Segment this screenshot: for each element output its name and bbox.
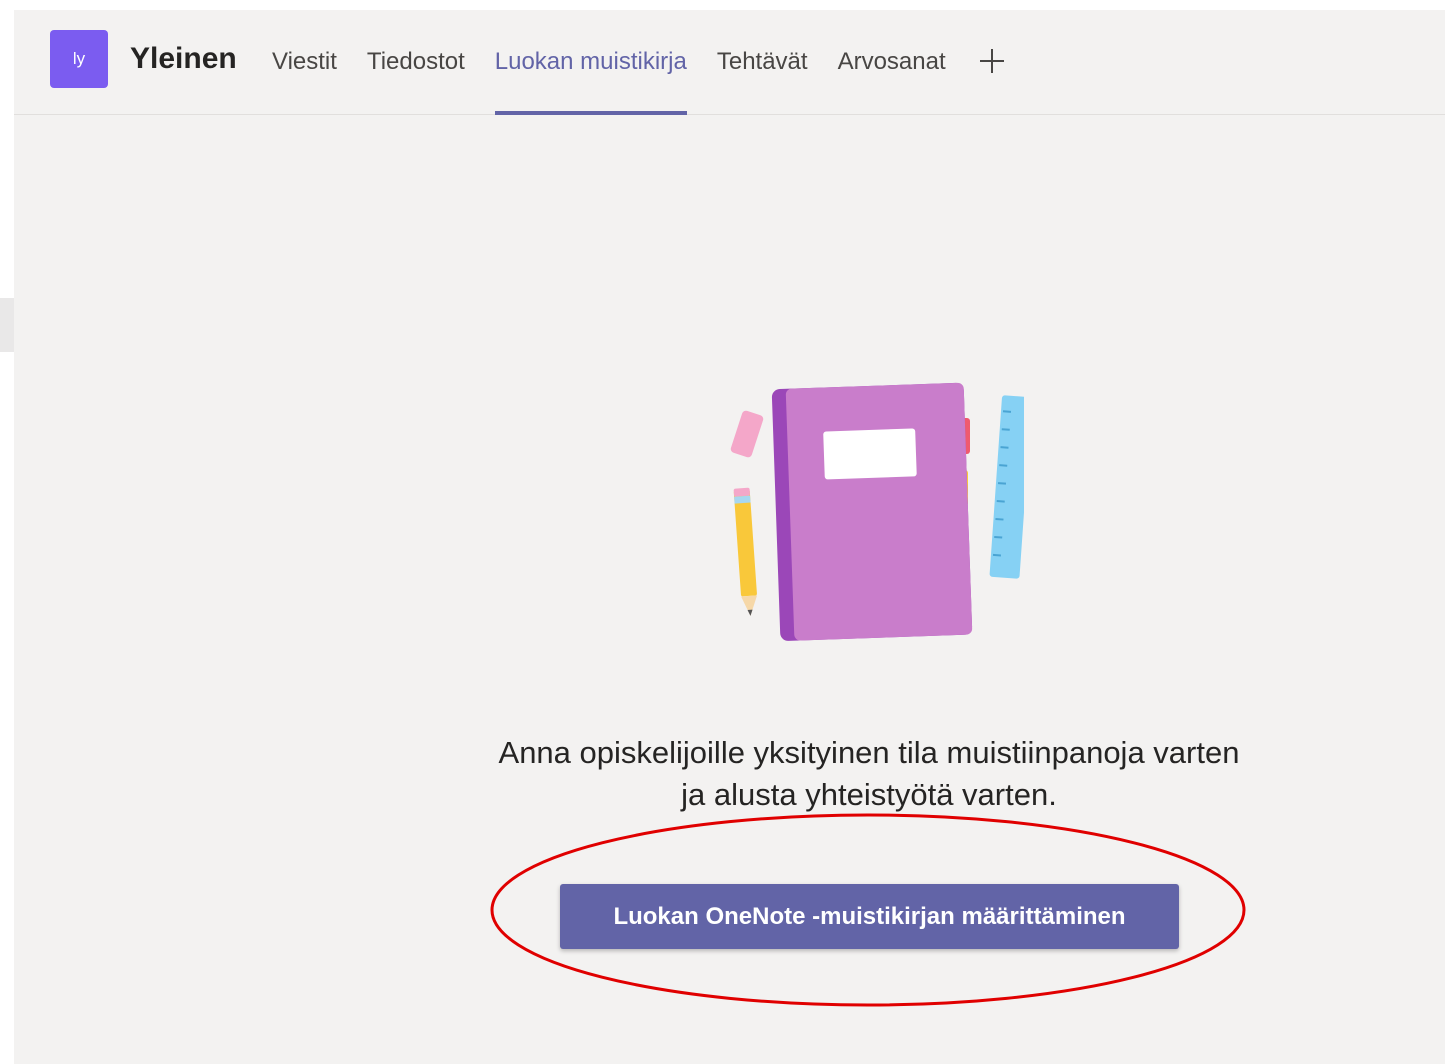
tab-tehtavat[interactable]: Tehtävät	[717, 10, 808, 115]
notebook-icon	[771, 382, 973, 641]
tab-label: Arvosanat	[837, 48, 946, 75]
empty-state-message: Anna opiskelijoille yksityinen tila muis…	[434, 732, 1304, 816]
left-gutter	[0, 0, 14, 1064]
team-avatar[interactable]: ly	[50, 30, 108, 88]
teams-app: ly Yleinen Viestit Tiedostot Luokan muis…	[0, 0, 1445, 1064]
tab-label: Tiedostot	[366, 48, 465, 75]
channel-content: ly Yleinen Viestit Tiedostot Luokan muis…	[14, 10, 1445, 1064]
tab-label: Luokan muistikirja	[494, 48, 687, 75]
channel-title: Yleinen	[130, 42, 237, 75]
tab-label: Viestit	[272, 48, 337, 75]
tab-tiedostot[interactable]: Tiedostot	[367, 10, 465, 115]
tab-luokan-muistikirja[interactable]: Luokan muistikirja	[494, 10, 687, 115]
collapsed-panel-handle[interactable]	[0, 298, 14, 352]
channel-header: ly Yleinen Viestit Tiedostot Luokan muis…	[14, 10, 1445, 115]
eraser-icon	[730, 410, 764, 458]
pencil-icon	[733, 487, 758, 616]
add-tab-plus-icon[interactable]	[976, 10, 1006, 115]
notebook-illustration-icon	[730, 382, 1024, 641]
setup-onenote-notebook-button[interactable]: Luokan OneNote -muistikirjan määrittämin…	[560, 884, 1179, 949]
tab-label: Tehtävät	[716, 48, 808, 75]
tab-arvosanat[interactable]: Arvosanat	[838, 10, 946, 115]
channel-tabs: Viestit Tiedostot Luokan muistikirja Teh…	[272, 10, 1006, 115]
message-line-1: Anna opiskelijoille yksityinen tila muis…	[498, 735, 1240, 770]
tab-viestit[interactable]: Viestit	[272, 10, 337, 115]
ruler-icon	[989, 395, 1024, 579]
message-line-2: ja alusta yhteistyötä varten.	[681, 777, 1057, 812]
